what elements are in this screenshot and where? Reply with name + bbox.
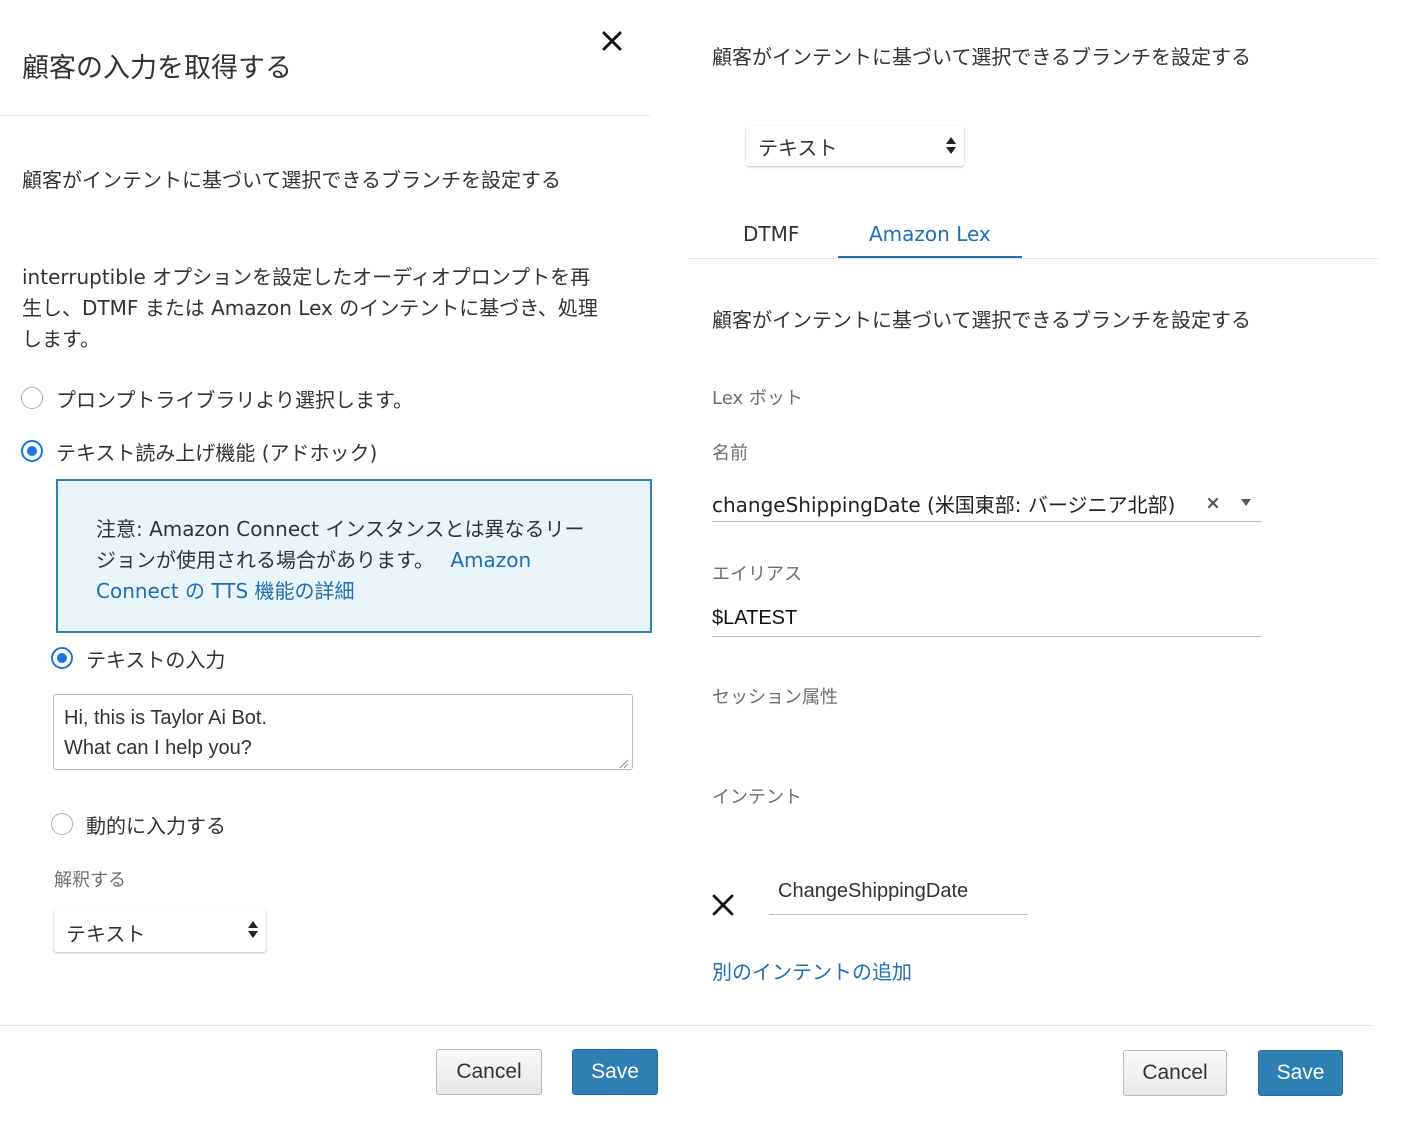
- cancel-button[interactable]: Cancel: [436, 1049, 542, 1095]
- radio-prompt-library-label: プロンプトライブラリより選択します。: [56, 388, 413, 412]
- lex-bot-name-select[interactable]: changeShippingDate (米国東部: バージニア北部): [712, 484, 1262, 522]
- cancel-button[interactable]: Cancel: [1123, 1050, 1227, 1096]
- radio-dynamic-input[interactable]: [51, 813, 73, 835]
- footer-divider: [0, 1025, 688, 1026]
- interpret-select[interactable]: テキスト: [54, 908, 266, 952]
- intent-label: インテント: [712, 787, 802, 808]
- radio-text-input-label: テキストの入力: [86, 648, 226, 672]
- session-attributes-label: セッション属性: [712, 687, 838, 708]
- type-select[interactable]: テキスト: [746, 126, 964, 166]
- lex-bot-label: Lex ボット: [712, 388, 803, 409]
- radio-tts-adhoc[interactable]: [21, 440, 43, 462]
- tts-details-link-continued[interactable]: Connect の TTS 機能の詳細: [96, 576, 585, 607]
- notice-text: 注意: Amazon Connect インスタンスとは異なるリー ジョンが使用さ…: [96, 514, 585, 607]
- description-line: 生し、DTMF または Amazon Lex のインテントに基づき、処理: [22, 296, 598, 320]
- resize-handle-icon[interactable]: [617, 754, 629, 769]
- dropdown-arrow-icon[interactable]: [1241, 499, 1251, 506]
- remove-intent-icon[interactable]: [711, 893, 735, 917]
- notice-line: 注意: Amazon Connect インスタンスとは異なるリー: [96, 517, 585, 541]
- radio-prompt-library[interactable]: [21, 387, 43, 409]
- save-button[interactable]: Save: [1258, 1050, 1343, 1096]
- textarea-line: What can I help you?: [64, 737, 252, 759]
- description-line: interruptible オプションを設定したオーディオプロンプトを再: [22, 265, 591, 289]
- textarea-content: Hi, this is Taylor Ai Bot. What can I he…: [64, 703, 267, 763]
- tab-dtmf[interactable]: DTMF: [743, 222, 799, 246]
- right-subtitle-tab: 顧客がインテントに基づいて選択できるブランチを設定する: [712, 308, 1251, 332]
- intent-value: ChangeShippingDate: [778, 880, 969, 902]
- sort-arrows-icon: [248, 921, 258, 939]
- interpret-label: 解釈する: [54, 870, 126, 891]
- right-subtitle-top: 顧客がインテントに基づいて選択できるブランチを設定する: [712, 45, 1251, 69]
- tab-amazon-lex[interactable]: Amazon Lex: [869, 222, 991, 246]
- tabs-divider: [688, 258, 1378, 259]
- modal-title: 顧客の入力を取得する: [22, 53, 292, 84]
- alias-field[interactable]: $LATEST: [712, 602, 1262, 637]
- radio-dynamic-input-label: 動的に入力する: [86, 814, 226, 838]
- intent-input[interactable]: ChangeShippingDate: [769, 874, 1028, 915]
- radio-tts-adhoc-label: テキスト読み上げ機能 (アドホック): [56, 441, 378, 465]
- save-button[interactable]: Save: [572, 1049, 658, 1095]
- notice-line: ジョンが使用される場合があります。: [96, 548, 434, 572]
- textarea-line: Hi, this is Taylor Ai Bot.: [64, 707, 268, 729]
- lex-bot-name-value: changeShippingDate (米国東部: バージニア北部): [712, 493, 1176, 517]
- description: interruptible オプションを設定したオーディオプロンプトを再 生し、…: [22, 262, 598, 355]
- clear-icon[interactable]: [1206, 495, 1220, 509]
- alias-label: エイリアス: [712, 564, 802, 585]
- sort-arrows-icon: [946, 137, 956, 155]
- description-line: します。: [22, 327, 100, 351]
- name-label: 名前: [712, 443, 748, 464]
- type-select-value: テキスト: [758, 136, 838, 160]
- left-subtitle: 顧客がインテントに基づいて選択できるブランチを設定する: [22, 168, 561, 192]
- radio-text-input[interactable]: [51, 647, 73, 669]
- footer-divider: [688, 1025, 1372, 1026]
- notice-box: 注意: Amazon Connect インスタンスとは異なるリー ジョンが使用さ…: [56, 479, 652, 633]
- add-intent-link[interactable]: 別のインテントの追加: [712, 956, 912, 985]
- alias-value: $LATEST: [712, 607, 798, 629]
- interpret-select-value: テキスト: [66, 922, 146, 946]
- tts-details-link[interactable]: Amazon: [450, 548, 531, 572]
- close-icon[interactable]: [599, 28, 625, 54]
- text-input-area[interactable]: Hi, this is Taylor Ai Bot. What can I he…: [53, 694, 633, 770]
- title-divider: [0, 115, 650, 116]
